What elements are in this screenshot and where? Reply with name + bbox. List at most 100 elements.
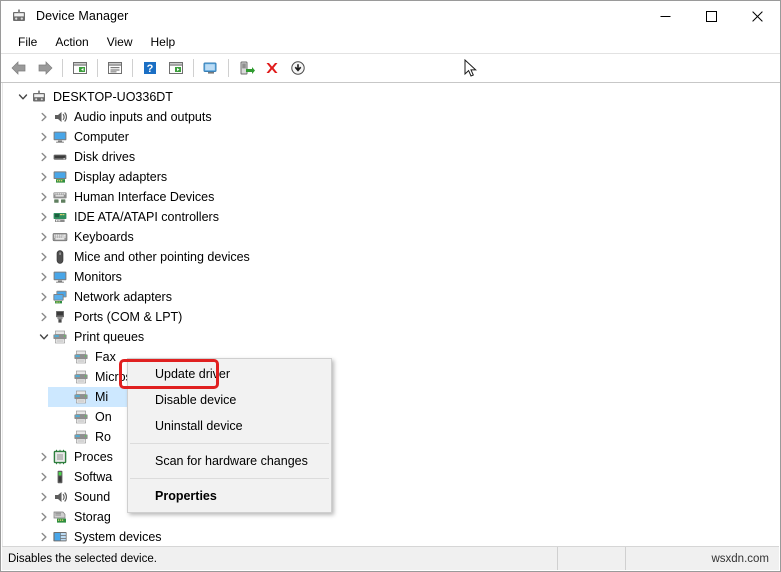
menu-view[interactable]: View: [98, 32, 142, 52]
system-device-icon: [52, 529, 68, 545]
tree-node[interactable]: Softwa: [3, 467, 779, 487]
tree-node[interactable]: Computer: [3, 127, 779, 147]
menu-bar: File Action View Help: [1, 31, 780, 54]
context-menu-item-properties[interactable]: Properties: [128, 483, 331, 509]
tree-node[interactable]: IDE ATA/ATAPI controllers: [3, 207, 779, 227]
chevron-right-icon[interactable]: [36, 469, 52, 485]
tree-node-label: Disk drives: [74, 150, 136, 164]
chevron-right-icon[interactable]: [36, 229, 52, 245]
chevron-right-icon[interactable]: [36, 189, 52, 205]
tree-node[interactable]: Human Interface Devices: [3, 187, 779, 207]
tree-node[interactable]: Fax: [3, 347, 779, 367]
chevron-right-icon[interactable]: [36, 489, 52, 505]
svg-text:?: ?: [147, 63, 154, 75]
tree-node-label: Keyboards: [74, 230, 134, 244]
chevron-right-icon[interactable]: [36, 269, 52, 285]
chevron-down-icon[interactable]: [36, 329, 52, 345]
tree-node[interactable]: On: [3, 407, 779, 427]
status-message: Disables the selected device.: [2, 547, 558, 570]
minimize-button[interactable]: [642, 1, 688, 31]
chevron-right-icon[interactable]: [36, 129, 52, 145]
tree-node[interactable]: Proces: [3, 447, 779, 467]
tree-node[interactable]: Sound: [3, 487, 779, 507]
tree-node-label: On: [95, 410, 112, 424]
chevron-right-icon[interactable]: [36, 109, 52, 125]
chevron-right-icon[interactable]: [36, 249, 52, 265]
disable-device-icon[interactable]: [285, 56, 311, 80]
device-manager-window: Device Manager File Action View Help ? D…: [0, 0, 781, 572]
tree-node[interactable]: Keyboards: [3, 227, 779, 247]
printer-icon: [52, 329, 68, 345]
tree-node[interactable]: Storag: [3, 507, 779, 527]
printer-icon: [73, 369, 89, 385]
context-menu-separator: [130, 443, 329, 444]
tree-node[interactable]: Audio inputs and outputs: [3, 107, 779, 127]
printer-icon: [73, 349, 89, 365]
tree-node-label: Proces: [74, 450, 113, 464]
context-menu[interactable]: Update driver Disable device Uninstall dev…: [127, 358, 332, 513]
uninstall-device-icon[interactable]: [259, 56, 285, 80]
tree-node[interactable]: Display adapters: [3, 167, 779, 187]
speaker-icon: [52, 489, 68, 505]
toolbar-separator-5: [228, 59, 229, 77]
context-menu-item-scan-for-hardware-changes[interactable]: Scan for hardware changes: [128, 448, 331, 474]
toolbar-separator-1: [62, 59, 63, 77]
chevron-right-icon[interactable]: [36, 449, 52, 465]
processor-icon: [52, 449, 68, 465]
show-hide-console-tree-icon[interactable]: [67, 56, 93, 80]
properties-icon[interactable]: [102, 56, 128, 80]
chevron-right-icon[interactable]: [36, 309, 52, 325]
chevron-right-icon[interactable]: [36, 209, 52, 225]
tree-node[interactable]: Ports (COM & LPT): [3, 307, 779, 327]
context-menu-separator: [130, 478, 329, 479]
tree-node[interactable]: Microsoft Print to PDF: [3, 367, 779, 387]
chevron-right-icon[interactable]: [36, 509, 52, 525]
tree-node[interactable]: Disk drives: [3, 147, 779, 167]
device-tree-pane[interactable]: DESKTOP-UO336DT Audio inputs and outputs C…: [2, 83, 779, 547]
keyboard-icon: [52, 229, 68, 245]
forward-arrow-icon[interactable]: [32, 56, 58, 80]
menu-action[interactable]: Action: [46, 32, 97, 52]
chevron-down-icon[interactable]: [15, 89, 31, 105]
context-menu-item-uninstall-device[interactable]: Uninstall device: [128, 413, 331, 439]
toolbar-separator-2: [97, 59, 98, 77]
disk-drive-icon: [52, 149, 68, 165]
chevron-right-icon[interactable]: [36, 529, 52, 545]
tree-node-label: Mice and other pointing devices: [74, 250, 250, 264]
show-hide-action-pane-icon[interactable]: [163, 56, 189, 80]
menu-help[interactable]: Help: [142, 32, 185, 52]
software-device-icon: [52, 469, 68, 485]
update-driver-icon[interactable]: [233, 56, 259, 80]
status-bar: Disables the selected device. wsxdn.com: [2, 546, 779, 570]
close-button[interactable]: [734, 1, 780, 31]
tree-node[interactable]: Mice and other pointing devices: [3, 247, 779, 267]
help-icon[interactable]: ?: [137, 56, 163, 80]
menu-file[interactable]: File: [9, 32, 46, 52]
scan-for-hardware-changes-icon[interactable]: [198, 56, 224, 80]
maximize-button[interactable]: [688, 1, 734, 31]
back-arrow-icon[interactable]: [6, 56, 32, 80]
chevron-right-icon[interactable]: [36, 149, 52, 165]
window-controls: [642, 1, 780, 31]
tree-node-label: Display adapters: [74, 170, 168, 184]
printer-icon: [73, 409, 89, 425]
tree-node[interactable]: Network adapters: [3, 287, 779, 307]
printer-icon: [73, 389, 89, 405]
window-title: Device Manager: [36, 9, 129, 23]
title-bar: Device Manager: [1, 1, 780, 31]
printer-icon: [73, 429, 89, 445]
tree-node[interactable]: Monitors: [3, 267, 779, 287]
ide-controller-icon: [52, 209, 68, 225]
chevron-right-icon[interactable]: [36, 289, 52, 305]
tree-node[interactable]: System devices: [3, 527, 779, 547]
tree-node[interactable]: Mi: [3, 387, 779, 407]
context-menu-item-update-driver[interactable]: Update driver: [128, 361, 331, 387]
tree-node[interactable]: Ro: [3, 427, 779, 447]
monitor-icon: [52, 269, 68, 285]
chevron-right-icon[interactable]: [36, 169, 52, 185]
tree-node[interactable]: Print queues: [3, 327, 779, 347]
context-menu-item-disable-device[interactable]: Disable device: [128, 387, 331, 413]
tree-node[interactable]: DESKTOP-UO336DT: [3, 87, 779, 107]
tree-node-label: Print queues: [74, 330, 145, 344]
display-adapter-icon: [52, 169, 68, 185]
